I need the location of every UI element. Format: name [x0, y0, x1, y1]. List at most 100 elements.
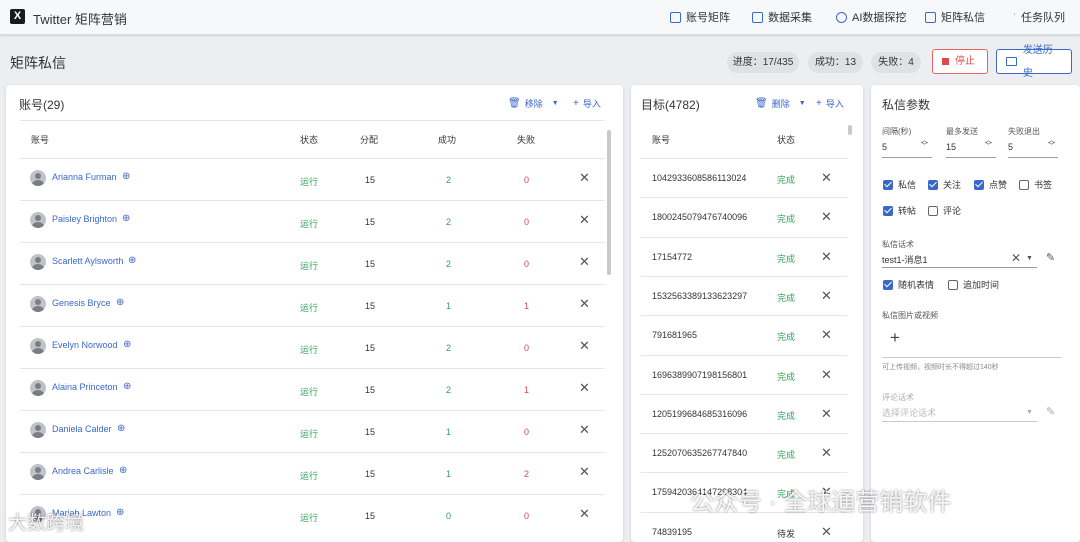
interval-input[interactable]: 5 — [882, 142, 887, 152]
account-name[interactable]: Andrea Carlisle — [52, 466, 114, 476]
avatar — [30, 170, 46, 186]
max-send-input[interactable]: 15 — [946, 142, 956, 152]
comment-label: 评论话术 — [882, 393, 914, 402]
max-send-stepper[interactable]: ︿ ﹀ — [985, 137, 992, 150]
remove-row-icon[interactable]: ✕ — [821, 288, 832, 304]
add-media-button[interactable]: + — [890, 328, 900, 348]
remove-row-icon[interactable]: ✕ — [579, 296, 590, 312]
interval-stepper[interactable]: ︿ ﹀ — [921, 137, 928, 150]
targets-scrollbar[interactable] — [848, 125, 852, 135]
fail-exit-label: 失败退出 — [1008, 127, 1040, 136]
remove-row-icon[interactable]: ✕ — [579, 254, 590, 270]
assign-value: 15 — [365, 427, 376, 437]
fail-exit-stepper[interactable]: ︿ ﹀ — [1048, 137, 1055, 150]
remove-row-icon[interactable]: ✕ — [821, 249, 832, 265]
edit-icon[interactable]: ✎ — [1046, 405, 1055, 418]
account-name[interactable]: Evelyn Norwood — [52, 340, 118, 350]
delete-button[interactable]: 🗑 删除 ▼ — [755, 97, 806, 110]
account-name[interactable]: Alaina Princeton — [52, 382, 118, 392]
remove-row-icon[interactable]: ✕ — [821, 327, 832, 343]
chevron-down-icon[interactable]: ▼ — [1026, 409, 1033, 416]
progress-badge: 进度：17/435 — [727, 52, 799, 73]
target-status: 完成 — [777, 253, 796, 264]
remove-row-icon[interactable]: ✕ — [821, 367, 832, 383]
add-time-checkbox[interactable]: 追加时间 — [948, 278, 999, 291]
remove-row-icon[interactable]: ✕ — [579, 338, 590, 354]
stop-button[interactable]: 停止 — [932, 49, 988, 74]
fail-exit-input[interactable]: 5 — [1008, 142, 1013, 152]
option-checkbox[interactable]: 私信 — [883, 178, 916, 191]
interval-underline — [882, 157, 932, 158]
target-id: 1042933608586113024 — [652, 173, 747, 183]
params-title: 私信参数 — [882, 98, 931, 112]
import-targets-button[interactable]: + 导入 — [816, 97, 844, 110]
media-underline — [882, 357, 1061, 358]
top-bar: X Twitter 矩阵营销 账号矩阵 数据采集 AI数据探挖 矩阵私信 ˈ 任务… — [0, 0, 1080, 35]
table-row: Evelyn Norwood ⊕ 运行 15 2 0 ✕ — [20, 326, 605, 368]
comment-select[interactable]: 选择评论话术 — [882, 406, 936, 419]
remove-row-icon[interactable]: ✕ — [579, 212, 590, 228]
table-row: Paisley Brighton ⊕ 运行 15 2 0 ✕ — [20, 200, 605, 242]
account-name[interactable]: Genesis Bryce — [52, 298, 111, 308]
option-checkbox[interactable]: 书签 — [1019, 178, 1052, 191]
table-row: 791681965 完成 ✕ — [641, 315, 847, 355]
send-history-button[interactable]: 发送历史 — [996, 45, 1072, 79]
nav-ai-mining[interactable]: AI数据探挖 — [836, 9, 906, 25]
remove-row-icon[interactable]: ✕ — [821, 209, 832, 225]
remove-row-icon[interactable]: ✕ — [579, 464, 590, 480]
fail-value: 2 — [524, 469, 530, 479]
target-id: 791681965 — [652, 330, 698, 341]
edit-icon[interactable]: ✎ — [1046, 251, 1055, 264]
avatar — [30, 338, 46, 354]
nav-matrix-dm[interactable]: 矩阵私信 — [925, 9, 985, 25]
remove-row-icon[interactable]: ✕ — [821, 445, 832, 461]
option-checkbox[interactable]: 关注 — [928, 178, 961, 191]
comment-underline — [882, 421, 1037, 422]
clear-icon[interactable]: ✕ — [1011, 251, 1021, 265]
table-row: Daniela Calder ⊕ 运行 15 1 0 ✕ — [20, 410, 605, 452]
account-name[interactable]: Daniela Calder — [52, 424, 112, 434]
remove-row-icon[interactable]: ✕ — [821, 170, 832, 186]
accounts-title: 账号(29) — [19, 98, 65, 112]
fail-exit-underline — [1008, 157, 1058, 158]
remove-row-icon[interactable]: ✕ — [821, 406, 832, 422]
checkbox-box — [883, 205, 893, 216]
remove-row-icon[interactable]: ✕ — [579, 380, 590, 396]
option-checkbox[interactable]: 转帖 — [883, 204, 916, 217]
option-checkbox[interactable]: 点赞 — [974, 178, 1007, 191]
globe-icon: ⊕ — [128, 255, 137, 266]
account-name[interactable]: Scarlett Aylsworth — [52, 256, 123, 266]
fail-value: 0 — [524, 259, 530, 269]
assign-value: 15 — [365, 301, 376, 311]
col-account: 账号 — [31, 135, 50, 145]
accounts-scrollbar[interactable] — [607, 130, 611, 275]
nav-account-matrix[interactable]: 账号矩阵 — [670, 9, 730, 25]
status-text: 运行 — [300, 177, 319, 187]
target-status: 完成 — [777, 175, 796, 185]
globe-icon: ⊕ — [122, 171, 131, 182]
script-select[interactable]: test1-消息1 — [882, 253, 928, 266]
globe-icon: ⊕ — [117, 423, 126, 434]
remove-row-icon[interactable]: ✕ — [821, 524, 832, 540]
remove-row-icon[interactable]: ✕ — [579, 170, 590, 186]
account-name[interactable]: Arianna Furman — [52, 172, 117, 182]
remove-row-icon[interactable]: ✕ — [579, 506, 590, 522]
media-label: 私信图片或视频 — [882, 311, 938, 320]
nav-data-collect[interactable]: 数据采集 — [752, 9, 812, 25]
avatar — [30, 380, 46, 396]
remove-row-icon[interactable]: ✕ — [579, 422, 590, 438]
target-id: 1800245079476740096 — [652, 212, 748, 223]
checkbox-box — [883, 279, 893, 290]
random-emoji-checkbox[interactable]: 随机表情 — [883, 278, 934, 291]
success-badge: 成功：13 — [808, 52, 863, 73]
status-text: 运行 — [300, 513, 319, 523]
avatar — [30, 464, 46, 480]
remove-button[interactable]: 🗑 移除 ▼ — [508, 97, 559, 110]
import-accounts-button[interactable]: + 导入 — [573, 97, 601, 110]
chevron-down-icon[interactable]: ▼ — [1026, 255, 1033, 262]
nav-task-queue[interactable]: ˈ 任务队列 — [1013, 9, 1065, 25]
success-value: 2 — [446, 259, 452, 269]
option-checkbox[interactable]: 评论 — [928, 204, 961, 217]
account-name[interactable]: Paisley Brighton — [52, 214, 117, 224]
max-send-underline — [946, 157, 996, 158]
